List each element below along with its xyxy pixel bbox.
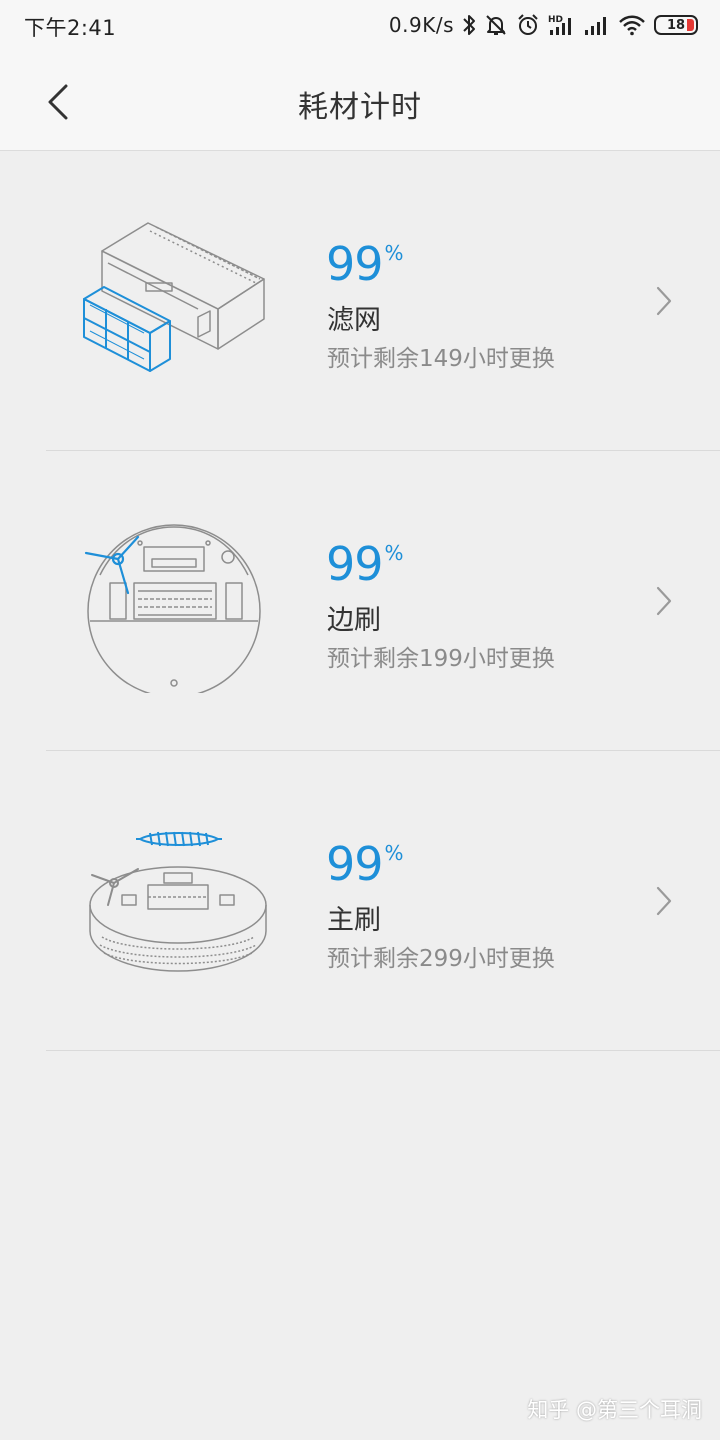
watermark: 知乎 @第三个耳洞 xyxy=(527,1398,702,1422)
battery-level-fill xyxy=(687,19,694,31)
status-time: 下午2:41 xyxy=(24,16,117,40)
consumables-list: 99 % 滤网 预计剩余149小时更换 99 % 边刷 预计剩余199小时更换 … xyxy=(0,151,720,1051)
consumable-item-filter[interactable]: 99 % 滤网 预计剩余149小时更换 xyxy=(0,151,720,451)
alarm-icon xyxy=(516,13,540,37)
remaining-percent: 99 % xyxy=(326,837,404,891)
chevron-right-icon xyxy=(656,886,672,916)
main-brush-illustration xyxy=(78,813,274,993)
filter-illustration xyxy=(78,213,274,393)
page-title: 耗材计时 xyxy=(298,90,422,125)
remaining-time: 预计剩余149小时更换 xyxy=(327,346,555,372)
percent-value: 99 xyxy=(326,237,384,291)
hd-signal-icon: HD xyxy=(548,13,576,37)
remaining-time: 预计剩余199小时更换 xyxy=(327,646,555,672)
chevron-right-icon xyxy=(656,286,672,316)
header: 耗材计时 xyxy=(0,52,720,151)
consumable-name: 滤网 xyxy=(327,305,381,336)
consumable-item-side-brush[interactable]: 99 % 边刷 预计剩余199小时更换 xyxy=(0,451,720,751)
status-bar: 下午2:41 0.9K/s HD 18 xyxy=(0,0,720,52)
status-icons: 0.9K/s HD 18 xyxy=(389,10,698,40)
battery-level-text: 18 xyxy=(666,17,686,33)
consumable-name: 边刷 xyxy=(327,605,381,636)
mute-bell-icon xyxy=(484,13,508,37)
divider xyxy=(46,1050,720,1051)
bluetooth-icon xyxy=(462,13,476,37)
wifi-icon xyxy=(618,13,646,37)
percent-unit: % xyxy=(384,541,404,565)
consumable-item-main-brush[interactable]: 99 % 主刷 预计剩余299小时更换 xyxy=(0,751,720,1051)
signal-icon xyxy=(584,13,610,37)
remaining-time: 预计剩余299小时更换 xyxy=(327,946,555,972)
net-speed: 0.9K/s xyxy=(388,13,454,37)
battery-icon: 18 xyxy=(654,15,698,35)
svg-text:HD: HD xyxy=(548,15,563,25)
chevron-right-icon xyxy=(656,586,672,616)
percent-unit: % xyxy=(384,841,404,865)
remaining-percent: 99 % xyxy=(326,537,404,591)
percent-value: 99 xyxy=(326,537,384,591)
side-brush-illustration xyxy=(78,513,274,693)
consumable-name: 主刷 xyxy=(327,905,381,936)
percent-value: 99 xyxy=(326,837,384,891)
percent-unit: % xyxy=(384,241,404,265)
remaining-percent: 99 % xyxy=(326,237,404,291)
